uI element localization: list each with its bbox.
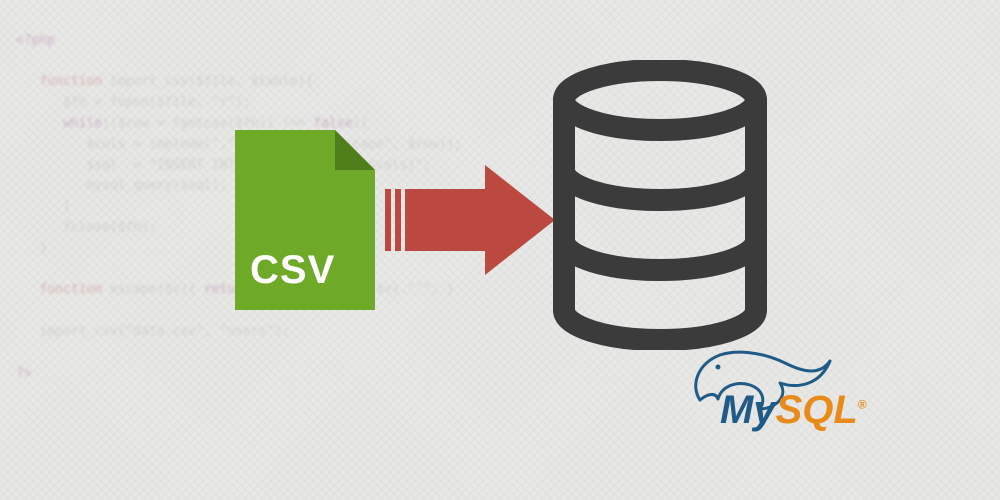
arrow-right-icon bbox=[385, 165, 555, 275]
mysql-logo bbox=[670, 345, 900, 435]
csv-file-icon bbox=[235, 130, 375, 310]
diagram-stage: CSV bbox=[0, 0, 1000, 500]
database-icon bbox=[550, 60, 770, 350]
